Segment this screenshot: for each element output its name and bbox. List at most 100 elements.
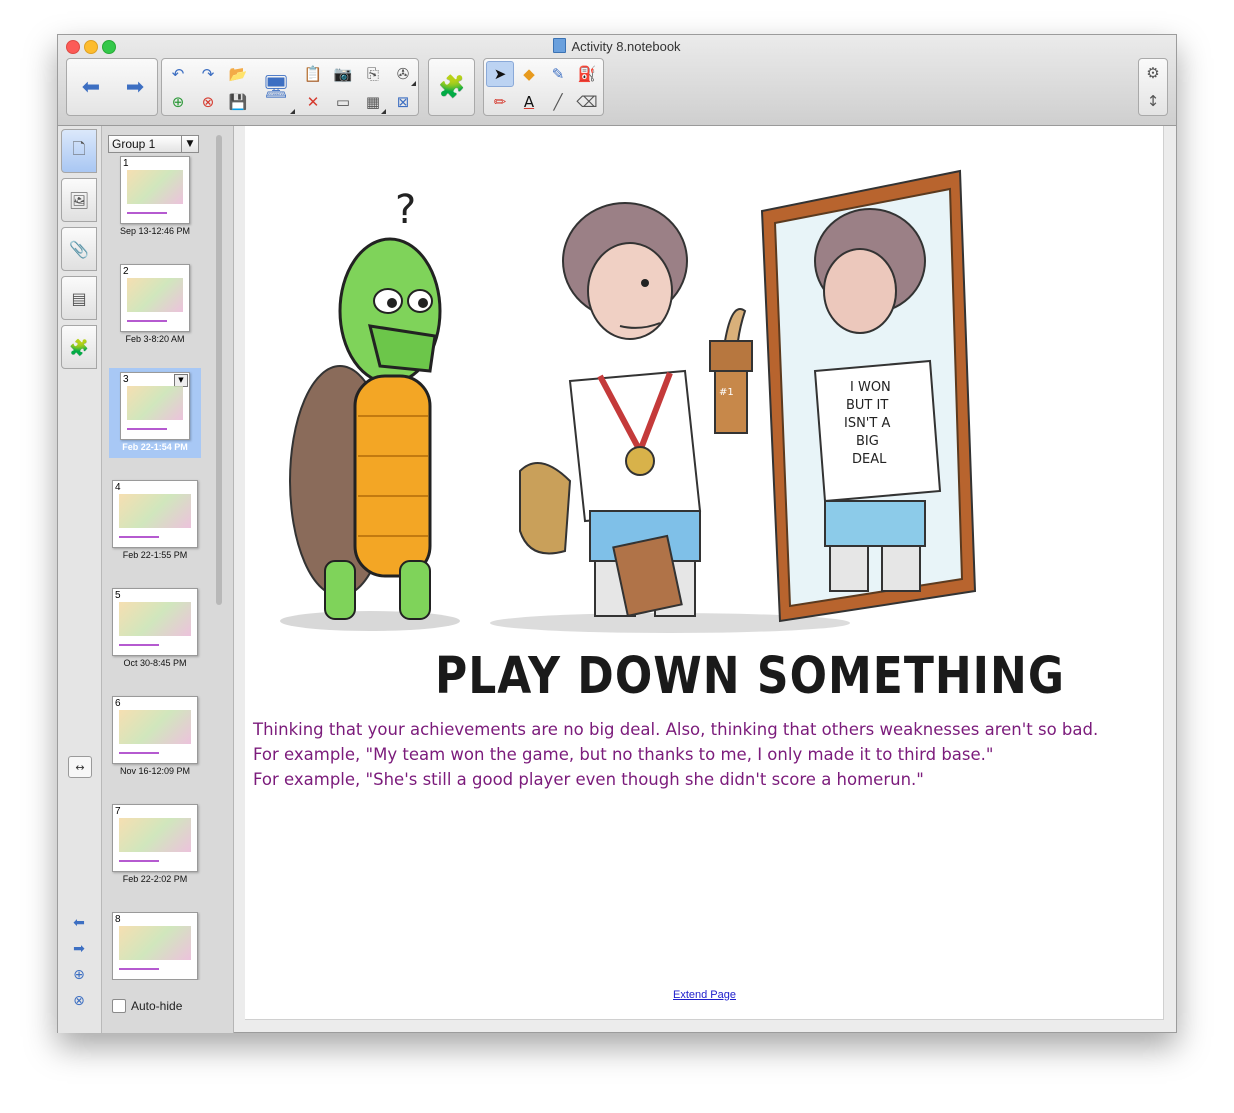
- auto-hide-checkbox[interactable]: Auto-hide: [112, 999, 182, 1013]
- add-ons-button[interactable]: 🧩: [430, 59, 474, 115]
- page-thumbnail-4[interactable]: 4 Feb 22-1:55 PM: [109, 480, 201, 560]
- delete-page-icon: ⊗: [201, 93, 215, 111]
- open-file-button[interactable]: 📂: [224, 61, 252, 87]
- text-line-1: Thinking that your achievements are no b…: [253, 720, 1099, 739]
- response-button[interactable]: ✇: [389, 61, 417, 87]
- page-number: 5: [115, 590, 121, 601]
- checkbox-box[interactable]: [112, 999, 126, 1013]
- page-thumbnail-7[interactable]: 7 Feb 22-2:02 PM: [109, 804, 201, 884]
- arrow-left-icon: ⬅: [81, 74, 101, 100]
- page-thumbnail-2[interactable]: 2 Feb 3-8:20 AM: [109, 264, 201, 344]
- extend-page-link[interactable]: Extend Page: [673, 989, 736, 1001]
- undo-button[interactable]: ↶: [164, 61, 192, 87]
- puzzle-piece-icon: 🧩: [69, 337, 89, 357]
- monitor-icon: 🖥: [262, 74, 290, 100]
- sidebar-add-page-button[interactable]: ⊕: [69, 966, 89, 984]
- eraser-tool-button[interactable]: ⌫: [573, 89, 601, 115]
- next-page-button[interactable]: ➡: [113, 59, 157, 115]
- page-date: Feb 22-1:54 PM: [122, 442, 188, 452]
- shapes-tool-button[interactable]: ◆: [515, 61, 543, 87]
- tab-properties[interactable]: ▤: [61, 276, 97, 320]
- tab-page-sorter[interactable]: 🗋: [61, 129, 97, 173]
- paperclip-icon: 📎: [69, 239, 89, 259]
- redo-icon: ↷: [201, 65, 215, 83]
- window-title: Activity 8.notebook: [58, 38, 1176, 54]
- insert-table-button[interactable]: ▦: [359, 89, 387, 115]
- page-thumbnail-3[interactable]: 3 ▼ Feb 22-1:54 PM: [109, 368, 201, 458]
- sidebar-next-page-button[interactable]: ➡: [69, 940, 89, 958]
- arrow-right-icon: ➡: [73, 941, 85, 957]
- document-camera-button[interactable]: ⎘: [359, 61, 387, 87]
- toolbar-position-button[interactable]: ↕: [1139, 88, 1167, 114]
- page-number: 8: [115, 914, 121, 925]
- add-page-button[interactable]: ⊕: [164, 89, 192, 115]
- tab-attachments[interactable]: 📎: [61, 227, 97, 271]
- page-thumbnail-8[interactable]: 8: [109, 912, 201, 980]
- group-dropdown[interactable]: Group 1 ▼: [108, 135, 199, 153]
- table-icon: ▦: [365, 93, 381, 111]
- delete-object-button[interactable]: ✕: [299, 89, 327, 115]
- magic-pen-icon: ✎: [551, 65, 565, 83]
- page-date: Feb 22-2:02 PM: [122, 874, 188, 884]
- folder-icon: 📂: [228, 65, 248, 83]
- page-number: 2: [123, 266, 129, 277]
- gear-icon: ⚙: [1146, 64, 1160, 82]
- clipboard-icon: 📋: [303, 65, 323, 83]
- camera-icon: 📷: [333, 65, 353, 83]
- whiteboard-canvas[interactable]: ? #1 I WON BUT IT ISN'T A BIG DEAL PLAY …: [245, 126, 1164, 1020]
- pens-tool-button[interactable]: ✏: [486, 89, 514, 115]
- sidebar-resize-button[interactable]: ↔: [68, 756, 92, 778]
- tab-gallery[interactable]: 🖼: [61, 178, 97, 222]
- screen-shade-icon: ▭: [335, 93, 351, 111]
- settings-button[interactable]: ⚙: [1139, 60, 1167, 86]
- sidebar-delete-page-button[interactable]: ⊗: [69, 992, 89, 1010]
- sorter-scrollbar[interactable]: [216, 135, 222, 605]
- auto-hide-label: Auto-hide: [131, 999, 183, 1013]
- previous-page-button[interactable]: ⬅: [69, 59, 113, 115]
- activity-text: Thinking that your achievements are no b…: [253, 717, 1098, 792]
- page-date: Nov 16-12:09 PM: [119, 766, 191, 776]
- display-mode-button[interactable]: 🖥: [256, 59, 296, 115]
- side-tab-strip: 🗋 🖼 📎 ▤ 🧩 ↔ ⬅ ➡ ⊕ ⊗: [58, 126, 102, 1033]
- screen-capture-button[interactable]: 📷: [329, 61, 357, 87]
- page-thumbnail-1[interactable]: 1 Sep 13-12:46 PM: [109, 156, 201, 236]
- navigation-toolbar-group: ⬅ ➡: [66, 58, 158, 116]
- save-icon: 💾: [228, 93, 248, 111]
- delete-page-button[interactable]: ⊗: [194, 89, 222, 115]
- page-thumbnail-6[interactable]: 6 Nov 16-12:09 PM: [109, 696, 201, 776]
- tab-add-ons[interactable]: 🧩: [61, 325, 97, 369]
- app-window: Activity 8.notebook ⬅ ➡ ↶ ↷ 📂 ⊕ ⊗ 💾 🖥 📋 …: [57, 34, 1177, 1033]
- cartoon-illustration: ? #1 I WON BUT IT ISN'T A BIG DEAL: [280, 169, 977, 633]
- page-date: Oct 30-8:45 PM: [123, 658, 187, 668]
- pens-icon: ✏: [493, 93, 507, 111]
- text-tool-button[interactable]: A: [515, 89, 543, 115]
- select-tool-button[interactable]: ➤: [486, 61, 514, 87]
- double-arrow-icon: ↔: [75, 760, 85, 774]
- screen-shade-button[interactable]: ▭: [329, 89, 357, 115]
- page-number: 6: [115, 698, 121, 709]
- eraser-pen-tool-button[interactable]: ✎: [544, 61, 572, 87]
- eraser-icon: ⌫: [576, 93, 598, 111]
- page-thumbnail-5[interactable]: 5 Oct 30-8:45 PM: [109, 588, 201, 668]
- picture-icon: 🖼: [68, 190, 90, 210]
- arrow-right-icon: ➡: [125, 74, 145, 100]
- page-date: Feb 3-8:20 AM: [125, 334, 185, 344]
- save-button[interactable]: 💾: [224, 89, 252, 115]
- paste-button[interactable]: 📋: [299, 61, 327, 87]
- addons-toolbar-group: 🧩: [428, 58, 475, 116]
- add-page-icon: ⊕: [73, 967, 85, 983]
- sidebar-previous-page-button[interactable]: ⬅: [69, 914, 89, 932]
- line-tool-button[interactable]: ╱: [544, 89, 572, 115]
- fill-tool-button[interactable]: ⛽: [573, 61, 601, 87]
- page-sorter-panel: Group 1 ▼ 1 Sep 13-12:46 PM 2 Feb 3-8:20 …: [102, 126, 234, 1033]
- properties-icon: ▤: [71, 288, 87, 308]
- full-screen-icon: ⊠: [396, 93, 410, 111]
- full-screen-button[interactable]: ⊠: [389, 89, 417, 115]
- page-date: Sep 13-12:46 PM: [119, 226, 191, 236]
- edit-toolbar-group: ↶ ↷ 📂 ⊕ ⊗ 💾 🖥 📋 📷 ⎘ ✇ ✕ ▭ ▦ ⊠: [161, 58, 419, 116]
- redo-button[interactable]: ↷: [194, 61, 222, 87]
- arrow-left-icon: ⬅: [73, 915, 85, 931]
- undo-icon: ↶: [171, 65, 185, 83]
- mirror-with-reflection: I WON BUT IT ISN'T A BIG DEAL: [760, 169, 977, 623]
- question-mark: ?: [395, 187, 416, 233]
